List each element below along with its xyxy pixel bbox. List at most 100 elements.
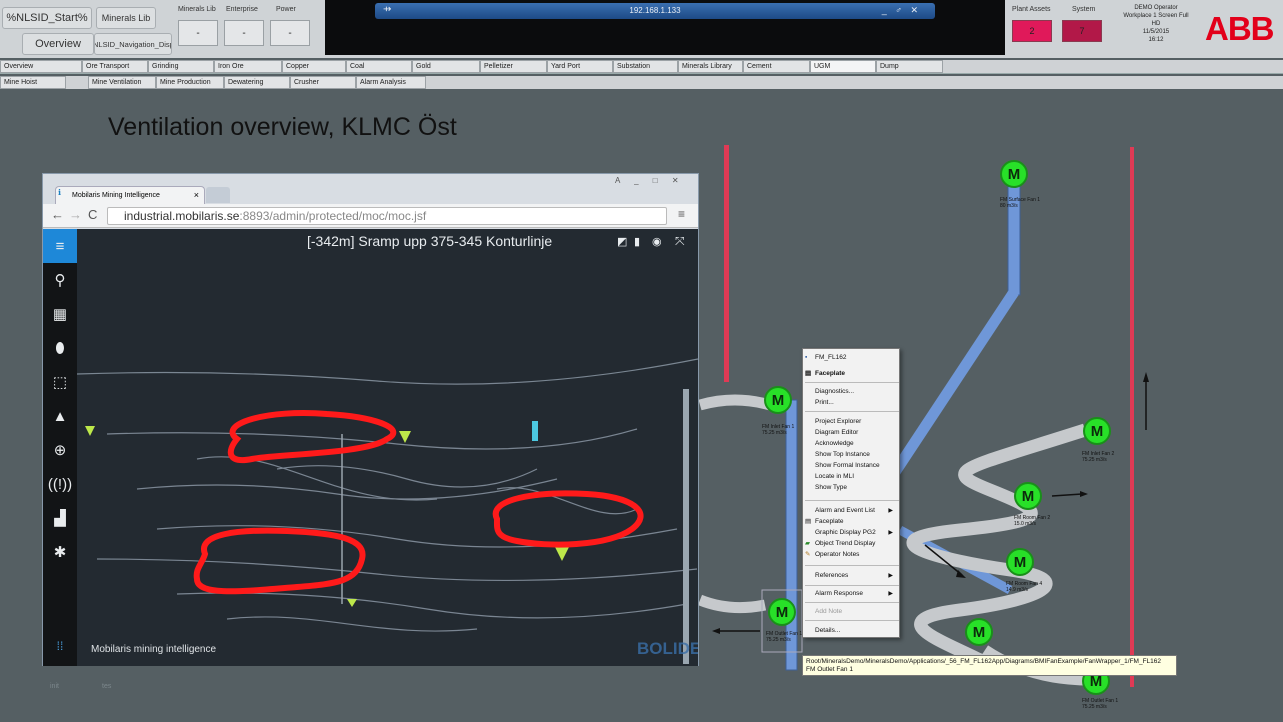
mine-3d-map[interactable]: [-342m] Sramp upp 375-345 Konturlinje ◩ … (77, 229, 698, 666)
browser-tab-title: Mobilaris Mining Intelligence (72, 192, 160, 199)
menu-faceplate-default[interactable]: ▤ Faceplate (803, 369, 899, 379)
fan-unit: m3/s (779, 637, 791, 643)
inlet-fan-2-info: FM Inlet Fan 2 75.25 m3/s (1082, 451, 1114, 463)
menu-alarm-event-list[interactable]: Alarm and Event List ▶ (803, 506, 899, 516)
gray-serpentine-pipe (906, 423, 1087, 666)
motor-exhaust-fan[interactable]: M (965, 618, 993, 646)
fan-flow: 75.25 (1082, 704, 1095, 710)
fan-flow: 14.9 (1006, 587, 1016, 593)
map-footer: Mobilaris mining intelligence (91, 644, 217, 655)
motor-inlet-fan-1[interactable]: M (764, 386, 792, 414)
area-icon[interactable]: ⬚ (43, 365, 77, 399)
menu-show-formal-instance[interactable]: Show Formal Instance (803, 461, 899, 471)
menu-item-label: References (815, 572, 849, 579)
marker-triangle[interactable] (85, 426, 95, 436)
motor-room-fan-2[interactable]: M (1014, 482, 1042, 510)
url-host: industrial.mobilaris.se (124, 209, 240, 223)
reload-icon[interactable]: C (88, 207, 97, 222)
menu-item-label: Alarm Response (815, 590, 864, 597)
menu-operator-notes[interactable]: ✎ Operator Notes (803, 550, 899, 560)
menu-icon[interactable]: ≡ (43, 229, 77, 263)
fan-unit: m3/s (1017, 587, 1028, 593)
faint-label-tes: tes (102, 683, 112, 690)
annotation-loop (492, 490, 644, 548)
fan-flow: 15.0 (1014, 521, 1024, 527)
menu-show-type[interactable]: Show Type (803, 483, 899, 493)
motor-surface-fan-1[interactable]: M (1000, 160, 1028, 188)
globe-icon[interactable]: ⊕ (43, 433, 77, 467)
menu-separator (805, 500, 899, 501)
gray-inlet-pipe (698, 394, 772, 411)
map-sidebar: ≡ ⚲ ▦ ⬮ ⬚ ▲ ⊕ ((!)) ▟ ✱ ⁞⁞ (43, 229, 77, 666)
menu-references[interactable]: References ▶ (803, 571, 899, 581)
tab-close-icon[interactable]: × (194, 187, 199, 204)
chart-icon[interactable]: ▟ (43, 501, 77, 535)
marker-triangle[interactable] (555, 547, 569, 561)
menu-faceplate[interactable]: ▤ Faceplate (803, 517, 899, 527)
location-icon[interactable]: ⬮ (43, 331, 77, 365)
fan-flow: 80 (1000, 203, 1006, 209)
menu-separator (805, 602, 899, 603)
menu-diagram-editor[interactable]: Diagram Editor (803, 428, 899, 438)
back-icon[interactable]: ← (51, 207, 64, 222)
calendar-icon[interactable]: ▦ (43, 297, 77, 331)
menu-details[interactable]: Details... (803, 626, 899, 636)
layers-icon[interactable]: ◩ (617, 235, 627, 248)
menu-acknowledge[interactable]: Acknowledge (803, 439, 899, 449)
menu-graphic-display[interactable]: Graphic Display PG2 ▶ (803, 528, 899, 538)
equipment-marker[interactable] (532, 421, 538, 441)
marker-triangle[interactable] (347, 599, 357, 607)
arrow-right-head (1080, 491, 1088, 497)
fan-unit: m3/s (1025, 521, 1036, 527)
search-icon[interactable]: ⚲ (43, 263, 77, 297)
new-tab-button[interactable] (206, 187, 230, 203)
forward-icon[interactable]: → (69, 207, 82, 222)
marker-triangle[interactable] (399, 431, 411, 443)
tunnel-path (226, 616, 478, 632)
gear-icon[interactable]: ✱ (43, 535, 77, 569)
map-scroll-shaft (683, 389, 689, 664)
fullscreen-icon[interactable]: ⤧ (675, 234, 685, 249)
tunnel-path (77, 358, 698, 385)
target-icon[interactable]: ◉ (652, 235, 662, 248)
mine-map-canvas (77, 358, 698, 664)
tunnel-path (196, 456, 438, 501)
surface-fan-1-info: FM Surface Fan 1 80 m3/s (1000, 197, 1040, 209)
url-path: :8893/admin/protected/moc/moc.jsf (239, 209, 427, 223)
url-input[interactable]: industrial.mobilaris.se:8893/admin/prote… (107, 207, 667, 225)
fan-flow: 75.25 (762, 430, 775, 436)
motor-inlet-fan-2[interactable]: M (1083, 417, 1111, 445)
menu-alarm-response[interactable]: Alarm Response ▶ (803, 589, 899, 599)
menu-show-top-instance[interactable]: Show Top Instance (803, 450, 899, 460)
room-fan-2-info: FM Room Fan 2 15.0 m3/s (1014, 515, 1050, 527)
warning-icon[interactable]: ▲ (43, 399, 77, 433)
browser-tab[interactable]: Mobilaris Mining Intelligence × (55, 186, 205, 204)
inlet-fan-1-info: FM Inlet Fan 1 75.25 m3/s (762, 424, 794, 436)
signal-icon[interactable]: ((!)) (43, 467, 77, 501)
notes-icon: ✎ (805, 551, 811, 558)
menu-locate-in-mli[interactable]: Locate in MLI (803, 472, 899, 482)
motor-outlet-fan-1[interactable]: M (768, 598, 796, 626)
submenu-arrow-icon: ▶ (888, 591, 893, 597)
annotation-loop (193, 527, 366, 595)
arrow-right-line (1051, 493, 1083, 497)
object-icon: ▪ (805, 354, 808, 361)
submenu-arrow-icon: ▶ (888, 508, 893, 514)
menu-header-fm-fl162[interactable]: ▪ FM_FL162 (803, 353, 899, 363)
trend-icon: ▰ (805, 540, 810, 547)
room-fan-4-info: FM Room Fan 4 14.9 m3/s (1006, 581, 1042, 593)
browser-menu-icon[interactable]: ≡ (678, 207, 685, 221)
motor-room-fan-4[interactable]: M (1006, 548, 1034, 576)
menu-item-label: Alarm and Event List (815, 507, 875, 514)
context-menu: ▪ FM_FL162 ▤ Faceplate Diagnostics... Prin… (802, 348, 900, 638)
menu-project-explorer[interactable]: Project Explorer (803, 417, 899, 427)
lock-icon[interactable]: ▮ (634, 235, 640, 248)
menu-diagnostics[interactable]: Diagnostics... (803, 387, 899, 397)
outlet-fan-1-info: FM Outlet Fan 1 75.25 m3/s (766, 631, 802, 643)
tunnel-path (176, 592, 688, 619)
menu-object-trend[interactable]: ▰ Object Trend Display (803, 539, 899, 549)
browser-window-controls[interactable]: A _ □ ✕ (615, 176, 685, 185)
red-shaft-right (1130, 147, 1134, 687)
menu-print[interactable]: Print... (803, 398, 899, 408)
fan-unit: m3/s (775, 430, 787, 436)
